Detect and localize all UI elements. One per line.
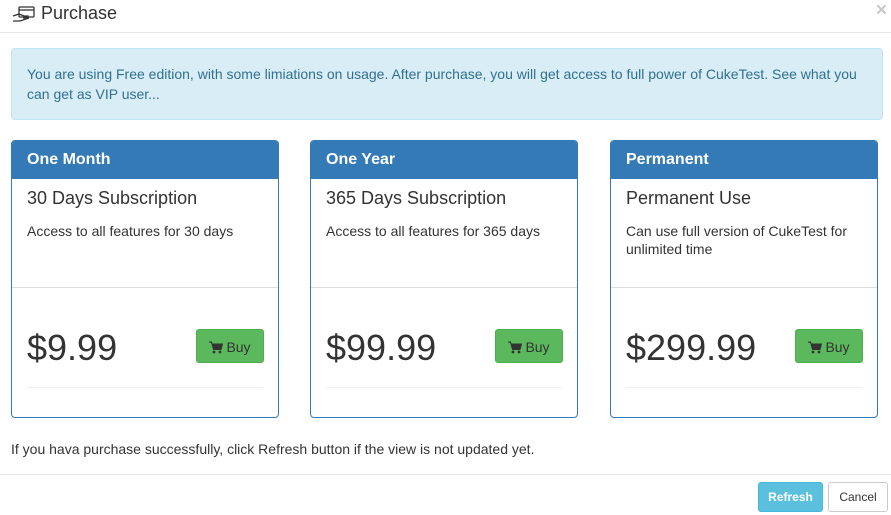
- info-alert: You are using Free edition, with some li…: [11, 48, 883, 120]
- plan-card-one-month: One Month 30 Days Subscription Access to…: [11, 140, 279, 418]
- dialog-header: Purchase ×: [0, 0, 891, 33]
- plan-description: Can use full version of CukeTest for unl…: [626, 223, 847, 257]
- plan-header: One Year: [311, 141, 577, 179]
- plan-description: Access to all features for 30 days: [27, 223, 234, 239]
- plan-price: $299.99: [626, 327, 757, 368]
- buy-button[interactable]: Buy: [196, 329, 264, 363]
- plan-header: One Month: [12, 141, 278, 179]
- refresh-note: If you hava purchase successfully, click…: [11, 441, 535, 457]
- buy-label: Buy: [525, 339, 550, 355]
- dialog-footer: Refresh Cancel: [0, 474, 891, 515]
- divider: [626, 387, 862, 388]
- plan-card-one-year: One Year 365 Days Subscription Access to…: [310, 140, 578, 418]
- alert-text: You are using Free edition, with some li…: [27, 66, 772, 82]
- divider: [27, 387, 263, 388]
- shopping-cart-icon: [808, 341, 823, 354]
- cancel-button[interactable]: Cancel: [828, 482, 888, 512]
- divider: [326, 387, 562, 388]
- plan-body: Permanent Use Can use full version of Cu…: [611, 179, 877, 288]
- buy-button[interactable]: Buy: [495, 329, 563, 363]
- plan-card-permanent: Permanent Permanent Use Can use full ver…: [610, 140, 878, 418]
- plan-header: Permanent: [611, 141, 877, 179]
- buy-label: Buy: [825, 339, 850, 355]
- shopping-cart-icon: [508, 341, 523, 354]
- plan-body: 30 Days Subscription Access to all featu…: [12, 179, 278, 288]
- hand-card-icon: [12, 5, 36, 23]
- plan-price: $99.99: [326, 327, 437, 368]
- dialog-title: Purchase: [41, 3, 118, 23]
- plan-body: 365 Days Subscription Access to all feat…: [311, 179, 577, 288]
- close-icon[interactable]: ×: [876, 1, 887, 21]
- buy-label: Buy: [226, 339, 251, 355]
- refresh-button[interactable]: Refresh: [758, 482, 823, 512]
- plan-subtitle: Permanent Use: [626, 188, 752, 208]
- plan-subtitle: 30 Days Subscription: [27, 188, 198, 208]
- plan-price: $9.99: [27, 327, 118, 368]
- buy-button[interactable]: Buy: [795, 329, 863, 363]
- plan-subtitle: 365 Days Subscription: [326, 188, 507, 208]
- plan-description: Access to all features for 365 days: [326, 223, 540, 239]
- shopping-cart-icon: [209, 341, 224, 354]
